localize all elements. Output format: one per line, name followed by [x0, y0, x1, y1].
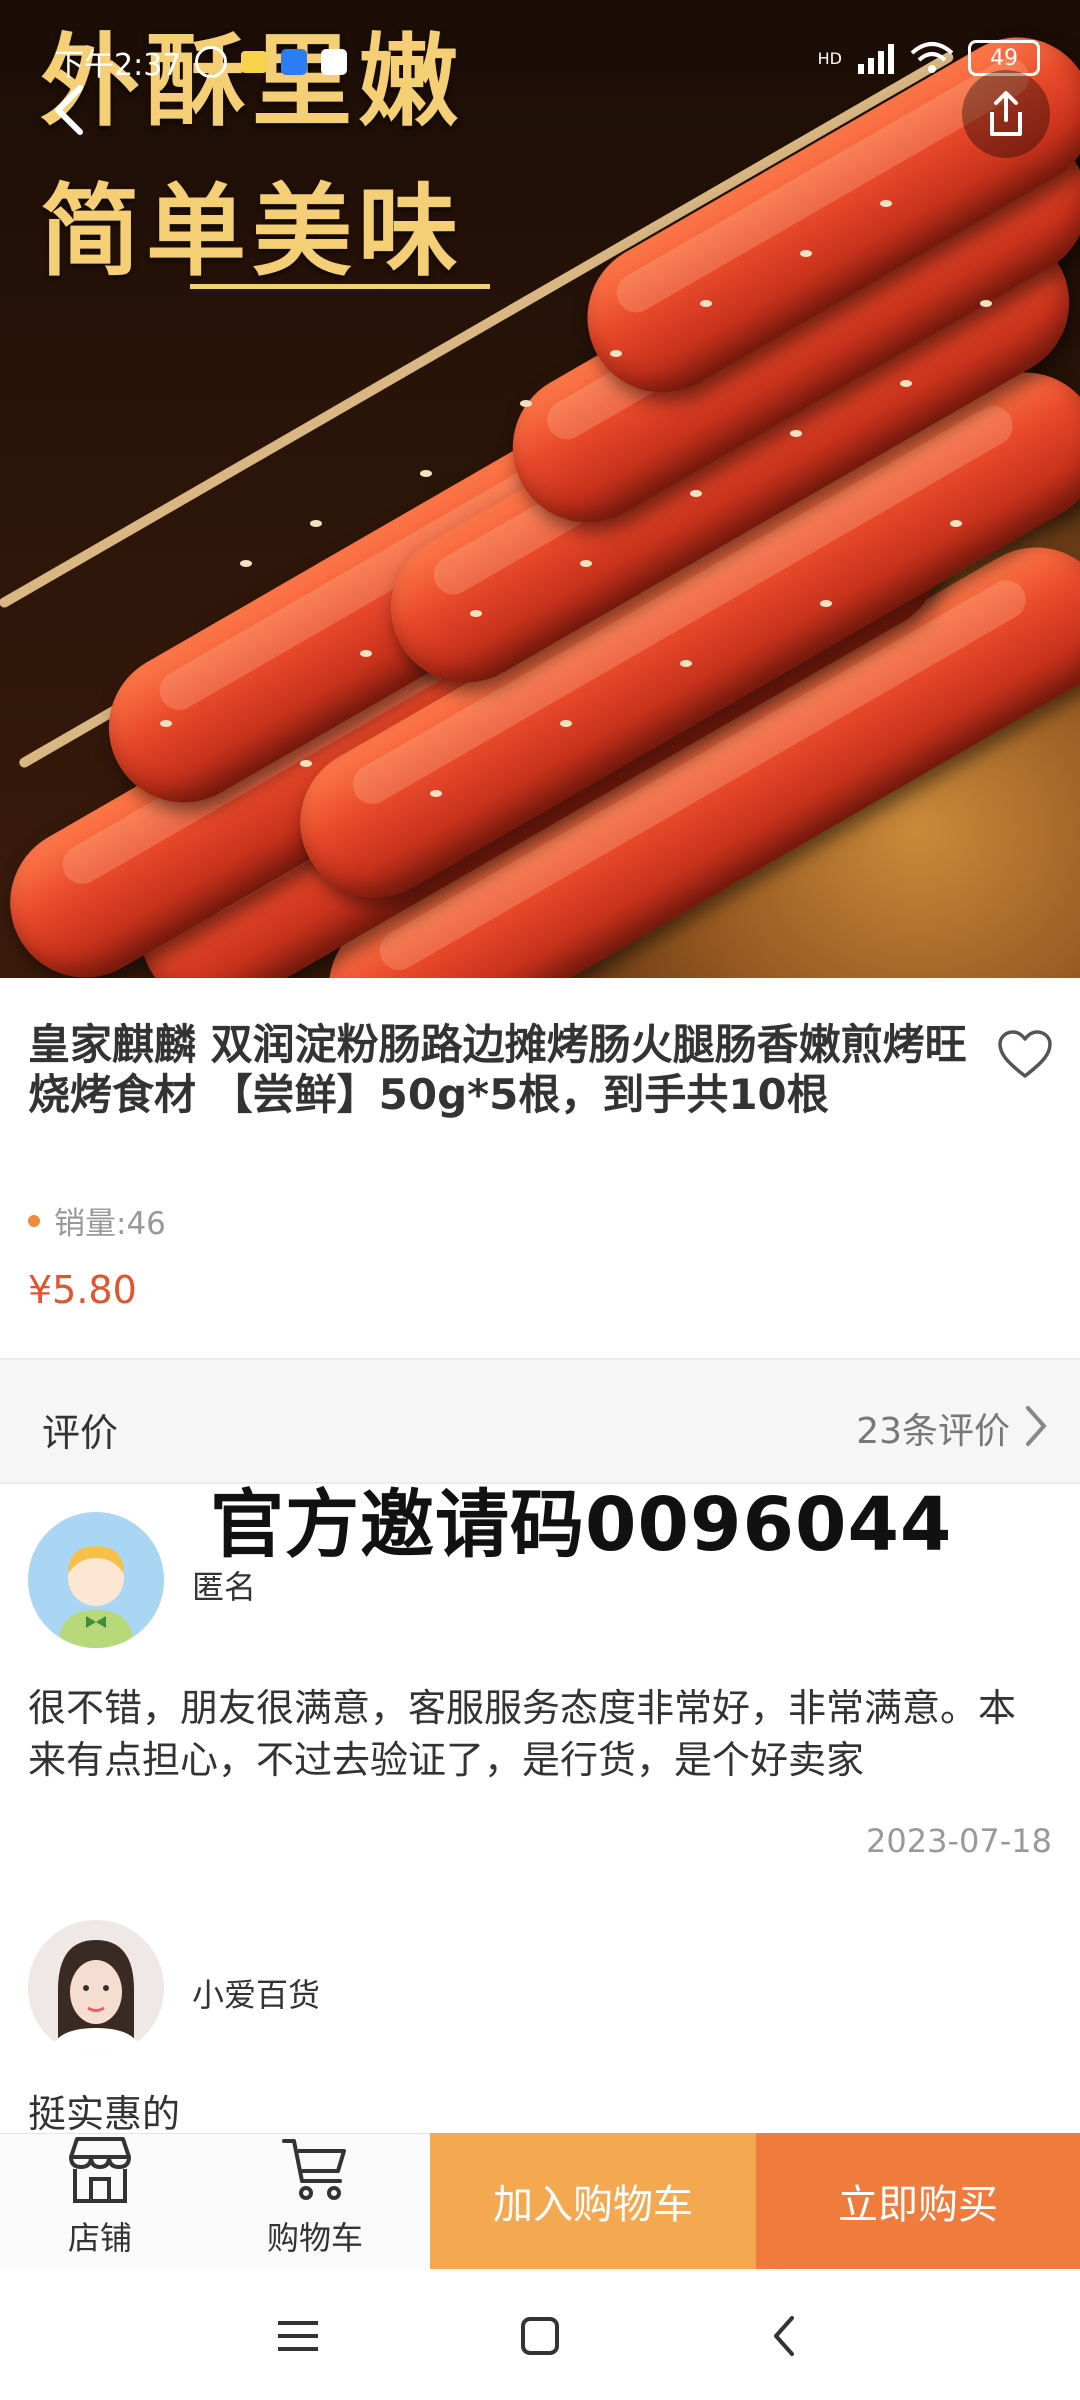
divider	[0, 1358, 1080, 1360]
app-notification-icon-2	[321, 49, 348, 75]
sales-info: 销量:46	[28, 1198, 166, 1243]
review-text: 很不错，朋友很满意，客服服务态度非常好，非常满意。本来有点担心，不过去验证了，是…	[28, 1686, 1017, 1782]
network-label: HD	[817, 48, 842, 68]
menu-icon	[278, 2321, 318, 2351]
sales-count: 销量:46	[54, 1206, 166, 1242]
system-back-button[interactable]	[754, 2306, 814, 2366]
share-button[interactable]	[962, 70, 1050, 158]
store-icon	[69, 2137, 131, 2203]
favorite-button[interactable]	[990, 1020, 1060, 1090]
cart-nav-button[interactable]: 购物车	[215, 2133, 415, 2269]
product-title: 皇家麒麟 双润淀粉肠路边摊烤肠火腿肠香嫩煎烤旺烧烤食材 【尝鲜】50g*5根，到…	[28, 1020, 967, 1119]
nav-back-icon	[774, 2316, 794, 2356]
recent-apps-button[interactable]	[270, 2308, 326, 2364]
product-image[interactable]: 外酥里嫩 简单美味	[0, 0, 1080, 978]
invite-code-overlay: 官方邀请码0096044	[210, 1482, 953, 1568]
home-icon	[521, 2317, 559, 2355]
reviewer-name: 匿名	[192, 1568, 257, 1606]
reviews-count-link[interactable]: 23条评价	[856, 1402, 1010, 1454]
alarm-icon	[195, 46, 228, 78]
home-button[interactable]	[510, 2306, 570, 2366]
cart-icon	[282, 2139, 346, 2200]
heart-icon	[998, 1030, 1052, 1078]
back-button[interactable]	[28, 70, 108, 150]
chevron-right-icon	[1022, 1404, 1050, 1452]
wifi-icon	[910, 42, 954, 73]
review-date: 2023-07-18	[866, 1822, 1052, 1860]
reviews-label: 评价	[42, 1411, 119, 1455]
app-notification-icon	[241, 51, 268, 73]
hero-headline-2: 简单美味	[40, 173, 464, 290]
hero-underline	[190, 284, 490, 289]
buy-now-button[interactable]: 立即购买	[756, 2133, 1080, 2269]
alipay-icon	[281, 49, 308, 75]
share-icon	[990, 91, 1022, 136]
avatar	[28, 1920, 164, 2056]
shop-label: 店铺	[67, 2219, 132, 2257]
cart-label: 购物车	[266, 2219, 363, 2257]
signal-icon	[858, 44, 894, 74]
shop-button[interactable]: 店铺	[0, 2133, 200, 2269]
back-icon	[55, 85, 83, 135]
reviewer-name: 小爱百货	[192, 1976, 321, 2014]
sales-dot	[28, 1214, 40, 1227]
battery-level: 49	[990, 45, 1018, 71]
avatar	[28, 1512, 164, 1648]
add-to-cart-button[interactable]: 加入购物车	[430, 2133, 756, 2269]
product-price: ¥5.80	[28, 1268, 137, 1312]
